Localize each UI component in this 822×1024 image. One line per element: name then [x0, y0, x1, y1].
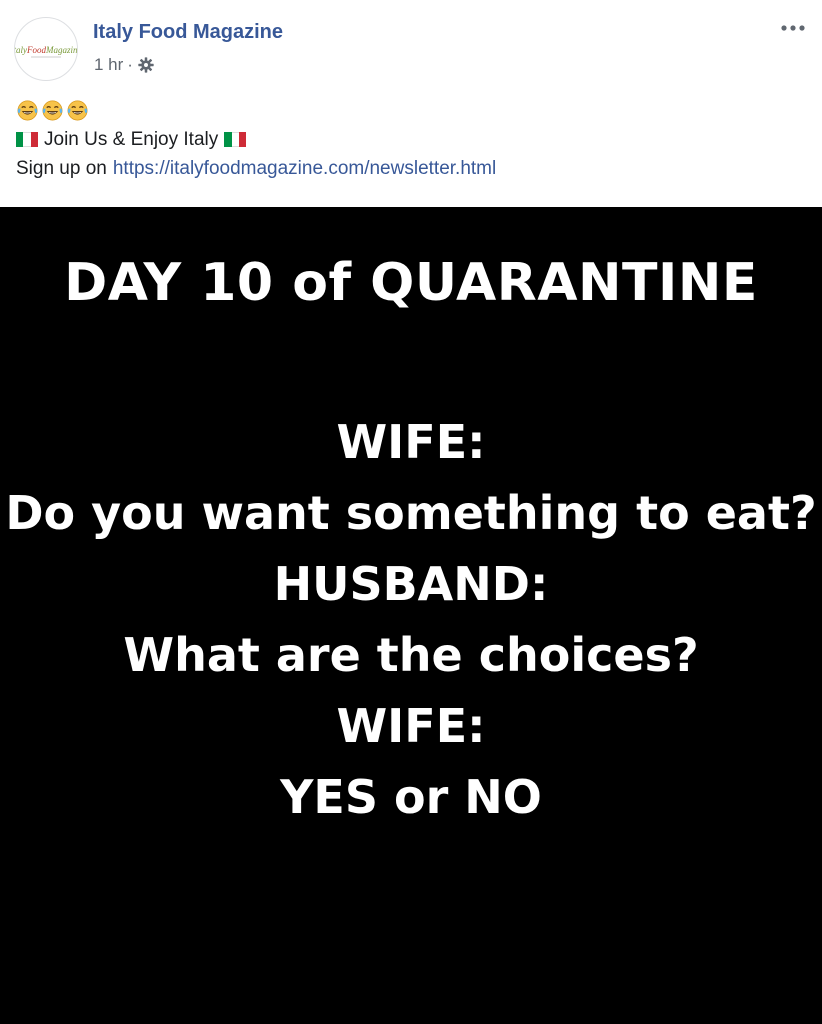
post-line-signup: Sign up on https://italyfoodmagazine.com… — [16, 154, 496, 183]
italy-flag-icon — [224, 132, 247, 147]
dialogue-line: Do you want something to eat? — [5, 486, 817, 540]
post-line-join: Join Us & Enjoy Italy — [16, 125, 496, 154]
post-message: Join Us & Enjoy Italy Sign up on https:/… — [16, 96, 496, 183]
gear-icon[interactable] — [137, 56, 155, 74]
post-meta: 1 hr · — [94, 55, 155, 75]
image-title: DAY 10 of QUARANTINE — [64, 253, 758, 313]
meta-separator: · — [127, 55, 133, 74]
dialogue-line: WIFE: — [336, 699, 486, 753]
face-with-tears-of-joy-icon — [67, 100, 88, 121]
more-options-icon[interactable] — [778, 18, 808, 38]
post-timestamp[interactable]: 1 hr — [94, 55, 123, 75]
face-with-tears-of-joy-icon — [17, 100, 38, 121]
newsletter-link[interactable]: https://italyfoodmagazine.com/newsletter… — [113, 154, 496, 183]
page-avatar[interactable]: ItalyFoodMagazine — [14, 17, 78, 81]
image-dialogue: WIFE: Do you want something to eat? HUSB… — [0, 407, 822, 833]
emoji-row — [16, 96, 496, 125]
svg-text:ItalyFoodMagazine: ItalyFoodMagazine — [15, 45, 77, 55]
post-line-join-text: Join Us & Enjoy Italy — [44, 129, 219, 150]
dialogue-line: What are the choices? — [123, 628, 699, 682]
dialogue-line: WIFE: — [336, 415, 486, 469]
dialogue-line: YES or NO — [280, 770, 542, 824]
page-name-link[interactable]: Italy Food Magazine — [93, 21, 283, 44]
post-image[interactable]: DAY 10 of QUARANTINE WIFE: Do you want s… — [0, 207, 822, 1024]
facebook-post: ItalyFoodMagazine Italy Food Magazine 1 … — [0, 0, 822, 1024]
face-with-tears-of-joy-icon — [42, 100, 63, 121]
signup-text: Sign up on — [16, 158, 107, 179]
dialogue-line: HUSBAND: — [273, 557, 549, 611]
italy-food-magazine-logo-icon: ItalyFoodMagazine — [15, 45, 77, 58]
post-header: ItalyFoodMagazine Italy Food Magazine 1 … — [0, 0, 822, 96]
italy-flag-icon — [16, 132, 38, 147]
